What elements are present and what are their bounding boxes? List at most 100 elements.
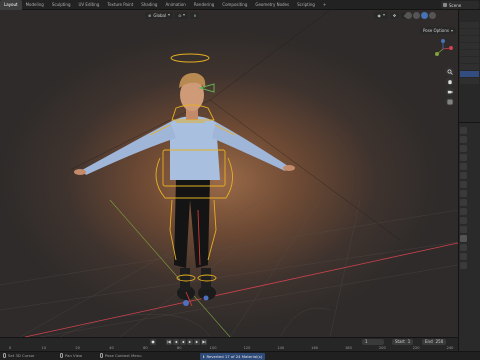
play-reverse-button[interactable] bbox=[180, 339, 186, 345]
properties-panel[interactable] bbox=[458, 122, 480, 351]
workspace-tab-rendering[interactable]: Rendering bbox=[190, 0, 218, 10]
pose-options-label: Pose Options bbox=[423, 28, 449, 33]
properties-tab-particles-icon[interactable] bbox=[460, 199, 467, 206]
outliner-row-selected[interactable] bbox=[460, 71, 479, 77]
wireframe-shading-button[interactable] bbox=[405, 12, 412, 19]
viewport-header: ⊕ Global ⊙ ∩ ◉ ✥ ◎ bbox=[0, 10, 458, 20]
3d-viewport[interactable]: ⊕ Global ⊙ ∩ ◉ ✥ ◎ bbox=[0, 10, 458, 337]
workspace-tab-shading[interactable]: Shading bbox=[137, 0, 161, 10]
timeline-editor[interactable]: 1 Start 1 End 250 0 10 20 40 60 80 100 120 140 16… bbox=[0, 337, 458, 351]
ruler-tick: 160 bbox=[311, 346, 319, 350]
workspace-tab-layout[interactable]: Layout bbox=[0, 0, 22, 10]
solid-shading-button[interactable] bbox=[413, 12, 420, 19]
viewport-scene[interactable] bbox=[0, 10, 458, 337]
workspace-tab-texture-paint[interactable]: Texture Paint bbox=[103, 0, 137, 10]
status-report[interactable]: ℹ Reverted 17 of 24 Material(s) bbox=[200, 353, 266, 360]
pan-button[interactable] bbox=[445, 77, 454, 86]
top-menu-bar: Layout Modeling Sculpting UV Editing Texture… bbox=[0, 0, 480, 10]
workspace-tab-modeling[interactable]: Modeling bbox=[22, 0, 48, 10]
play-button[interactable] bbox=[187, 339, 193, 345]
ruler-tick: 10 bbox=[41, 346, 47, 350]
properties-tab-view-layer-icon[interactable] bbox=[460, 154, 467, 161]
properties-tab-constraints-icon[interactable] bbox=[460, 217, 467, 224]
properties-tab-tool-icon[interactable] bbox=[460, 127, 467, 134]
properties-tab-render-icon[interactable] bbox=[460, 136, 467, 143]
camera-view-button[interactable] bbox=[445, 87, 454, 96]
workspace-tab--[interactable]: + bbox=[319, 0, 330, 10]
properties-tab-output-icon[interactable] bbox=[460, 145, 467, 152]
workspace-tab-compositing[interactable]: Compositing bbox=[218, 0, 251, 10]
light-rays bbox=[69, 10, 401, 241]
navigation-gizmo[interactable] bbox=[432, 38, 454, 60]
ruler-tick: 220 bbox=[412, 346, 420, 350]
chevron-down-icon bbox=[168, 14, 171, 16]
workspace-tab-animation[interactable]: Animation bbox=[161, 0, 189, 10]
ruler-tick: 200 bbox=[378, 346, 386, 350]
properties-tab-object-icon[interactable] bbox=[460, 181, 467, 188]
outliner-row[interactable] bbox=[460, 22, 479, 28]
scene-selector[interactable]: Scene bbox=[441, 1, 479, 9]
properties-tab-scene-icon[interactable] bbox=[460, 163, 467, 170]
character-model[interactable] bbox=[74, 72, 295, 300]
viewport-shading-group bbox=[405, 12, 436, 19]
perspective-toggle-button[interactable] bbox=[445, 97, 454, 106]
outliner-row[interactable] bbox=[460, 57, 479, 63]
pivot-point-dropdown[interactable]: ⊙ bbox=[175, 11, 189, 19]
visibility-toggle[interactable]: ◉ bbox=[374, 11, 388, 19]
zoom-button[interactable] bbox=[445, 67, 454, 76]
orientation-label: Global bbox=[153, 12, 167, 18]
workspace-tab-sculpting[interactable]: Sculpting bbox=[48, 0, 75, 10]
gizmo-icon: ✥ bbox=[392, 12, 397, 18]
chevron-down-icon bbox=[450, 29, 453, 32]
ruler-tick: 240 bbox=[446, 346, 454, 350]
status-hint-select: Set 3D Cursor bbox=[3, 353, 34, 358]
outliner-row[interactable] bbox=[460, 64, 479, 70]
workspace-tab-geometry-nodes[interactable]: Geometry Nodes bbox=[251, 0, 293, 10]
properties-tab-bone-icon[interactable] bbox=[460, 235, 467, 242]
hand-icon bbox=[447, 79, 452, 84]
snap-toggle[interactable]: ∩ bbox=[190, 11, 200, 19]
outliner-panel[interactable] bbox=[458, 10, 480, 122]
properties-tab-data-icon[interactable] bbox=[460, 226, 467, 233]
ruler-tick: 20 bbox=[75, 346, 80, 350]
start-frame-field[interactable]: Start 1 bbox=[392, 339, 414, 345]
y-axis-line bbox=[109, 199, 231, 337]
properties-tab-material-icon[interactable] bbox=[460, 253, 467, 260]
jump-end-icon bbox=[202, 340, 206, 344]
camera-icon bbox=[447, 90, 452, 93]
outliner-row[interactable] bbox=[460, 50, 479, 56]
ruler-tick: 0 bbox=[8, 346, 12, 350]
jump-start-button[interactable] bbox=[166, 339, 172, 345]
outliner-row[interactable] bbox=[460, 36, 479, 42]
blender-window: Layout Modeling Sculpting UV Editing Texture… bbox=[0, 0, 480, 360]
status-bar: Set 3D Cursor Pan View Pose Context Menu… bbox=[0, 351, 480, 360]
outliner-row[interactable] bbox=[460, 78, 479, 84]
workspace-tab-scripting[interactable]: Scripting bbox=[293, 0, 319, 10]
properties-tab-texture-icon[interactable] bbox=[460, 262, 467, 269]
scene-icon bbox=[443, 3, 447, 7]
outliner-row[interactable] bbox=[460, 43, 479, 49]
head-control-ring[interactable] bbox=[170, 53, 210, 63]
jump-end-button[interactable] bbox=[201, 339, 207, 345]
floor-grid bbox=[0, 189, 458, 337]
prev-key-button[interactable] bbox=[173, 339, 179, 345]
properties-tab-bone-constraint-icon[interactable] bbox=[460, 244, 467, 251]
properties-tab-physics-icon[interactable] bbox=[460, 208, 467, 215]
gizmo-toggle[interactable]: ✥ bbox=[389, 11, 400, 19]
properties-tab-world-icon[interactable] bbox=[460, 172, 467, 179]
rendered-shading-button[interactable] bbox=[429, 12, 436, 19]
current-frame-field[interactable]: 1 bbox=[362, 339, 384, 345]
material-shading-button[interactable] bbox=[421, 12, 428, 19]
next-key-button[interactable] bbox=[194, 339, 200, 345]
ruler-tick: 180 bbox=[345, 346, 352, 350]
transform-orientation-dropdown[interactable]: ⊕ Global bbox=[145, 11, 174, 19]
auto-keying-button[interactable] bbox=[150, 339, 156, 345]
zoom-icon bbox=[447, 69, 453, 75]
orientation-icon: ⊕ bbox=[148, 12, 152, 18]
outliner-row[interactable] bbox=[460, 29, 479, 35]
end-frame-field[interactable]: End 250 bbox=[422, 339, 447, 345]
properties-tab-modifiers-icon[interactable] bbox=[460, 190, 467, 197]
ruler-tick: 40 bbox=[109, 346, 114, 350]
pose-options-dropdown[interactable]: Pose Options bbox=[420, 27, 456, 34]
workspace-tab-uv-editing[interactable]: UV Editing bbox=[75, 0, 104, 10]
